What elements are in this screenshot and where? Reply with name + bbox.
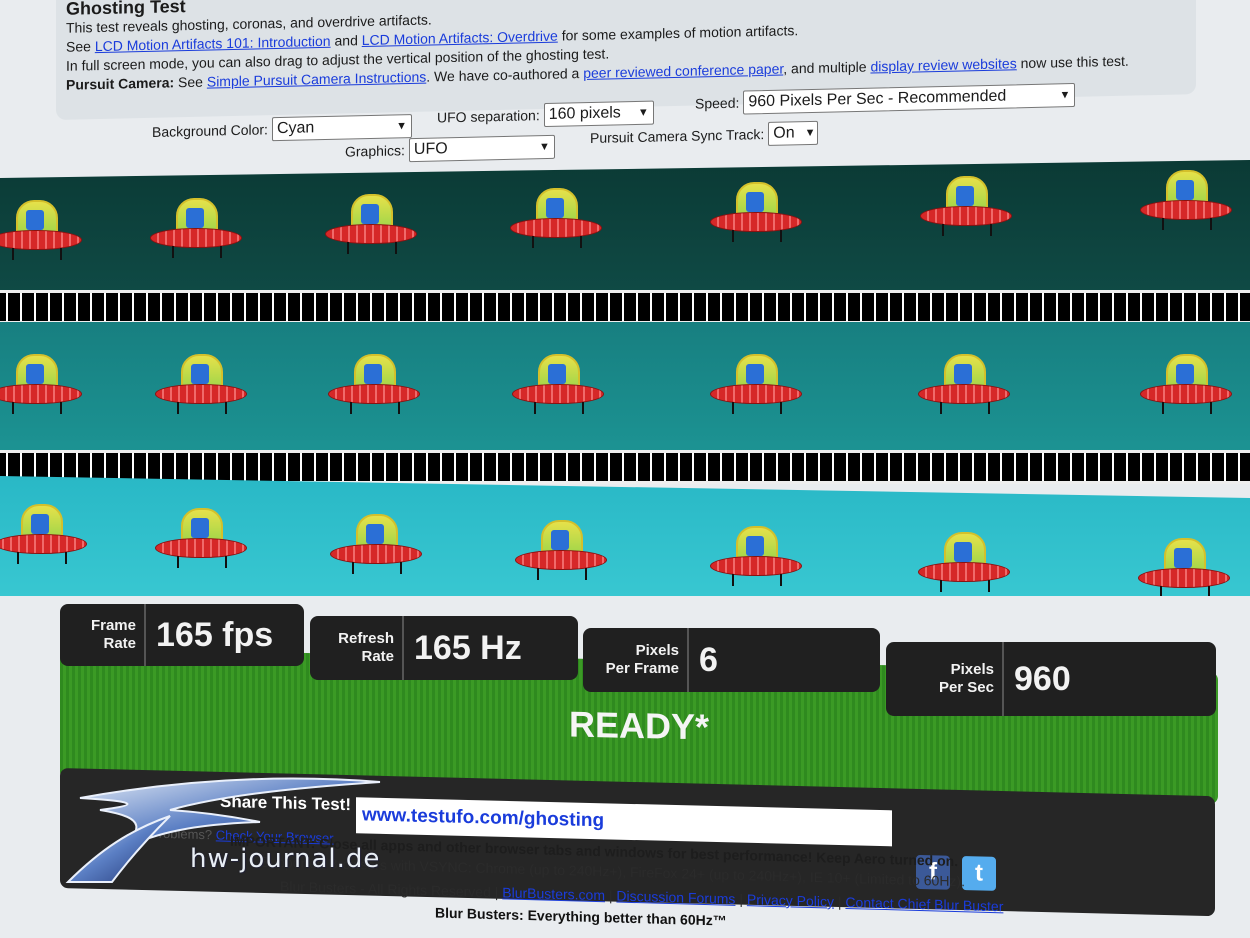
watermark-logo: hw-journal.de [60,770,390,890]
ufo-separation-label: UFO separation: [437,107,540,126]
pixels-per-sec-value: 960 [1014,659,1071,698]
chevron-down-icon: ▼ [1059,89,1071,102]
pixels-per-frame-value: 6 [699,640,718,679]
ufo-icon [1140,170,1232,240]
ufo-icon [710,354,802,424]
sync-track-select[interactable]: On ▼ [768,120,819,146]
refresh-rate-value: 165 Hz [414,628,522,667]
frame-rate-stat: Frame Rate 165 fps [60,604,304,666]
ufo-icon [710,526,802,596]
background-color-label: Background Color: [152,121,268,140]
ufo-icon [155,508,247,578]
sync-track-control: Pursuit Camera Sync Track: On ▼ [590,120,819,150]
watermark-text: hw-journal.de [190,844,381,874]
ufo-icon [150,198,242,268]
pixels-per-frame-stat: Pixels Per Frame 6 [583,628,880,692]
blurbusters-link[interactable]: BlurBusters.com [502,884,605,903]
chevron-down-icon: ▼ [804,126,816,140]
stats-bar: Frame Rate 165 fps Refresh Rate 165 Hz Pix… [60,600,1220,720]
ufo-icon [328,354,420,424]
ufo-icon [918,354,1010,424]
ufo-separation-select[interactable]: 160 pixels ▼ [543,100,654,128]
link-motion-artifacts-overdrive[interactable]: LCD Motion Artifacts: Overdrive [362,28,558,48]
forums-link[interactable]: Discussion Forums [616,888,735,907]
ufo-icon [330,514,422,584]
ufo-icon [1138,538,1230,596]
ufo-icon [325,194,417,264]
sync-track-label: Pursuit Camera Sync Track: [590,126,765,147]
ufo-icon [0,200,82,270]
ufo-icon [710,182,802,252]
ufo-icon [0,504,87,574]
twitter-icon[interactable]: t [962,856,996,891]
privacy-link[interactable]: Privacy Policy [747,891,834,909]
contact-link[interactable]: Contact Chief Blur Buster [845,894,1003,914]
ufo-icon [512,354,604,424]
ufo-band-dark [0,160,1250,292]
speed-select[interactable]: 960 Pixels Per Sec - Recommended ▼ [743,83,1076,115]
ufo-band-light [0,476,1250,596]
graphics-select[interactable]: UFO ▼ [408,134,555,163]
ufo-icon [0,354,82,424]
ufo-icon [515,520,607,590]
chevron-down-icon: ▼ [637,106,649,119]
frame-rate-value: 165 fps [156,615,274,654]
background-color-select[interactable]: Cyan ▼ [271,114,412,142]
ufo-icon [918,532,1010,596]
graphics-label: Graphics: [345,142,405,160]
link-motion-artifacts-intro[interactable]: LCD Motion Artifacts 101: Introduction [95,33,331,54]
sync-track-2 [0,450,1250,484]
ufo-icon [920,176,1012,246]
refresh-rate-stat: Refresh Rate 165 Hz [310,616,578,680]
tagline: Blur Busters: Everything better than 60H… [435,904,727,929]
photo-of-screen: Ghosting Test This test reveals ghosting… [0,0,1250,938]
chevron-down-icon: ▼ [396,120,407,133]
ufo-band-mid [0,322,1250,452]
chevron-down-icon: ▼ [539,140,550,154]
speed-label: Speed: [695,94,740,112]
ufo-icon [510,188,602,258]
pixels-per-sec-stat: Pixels Per Sec 960 [886,642,1216,716]
ufo-icon [155,354,247,424]
ufo-icon [1140,354,1232,424]
graphics-control: Graphics: UFO ▼ [345,134,555,164]
speed-control: Speed: 960 Pixels Per Sec - Recommended … [695,83,1076,116]
sync-track-1 [0,290,1250,324]
